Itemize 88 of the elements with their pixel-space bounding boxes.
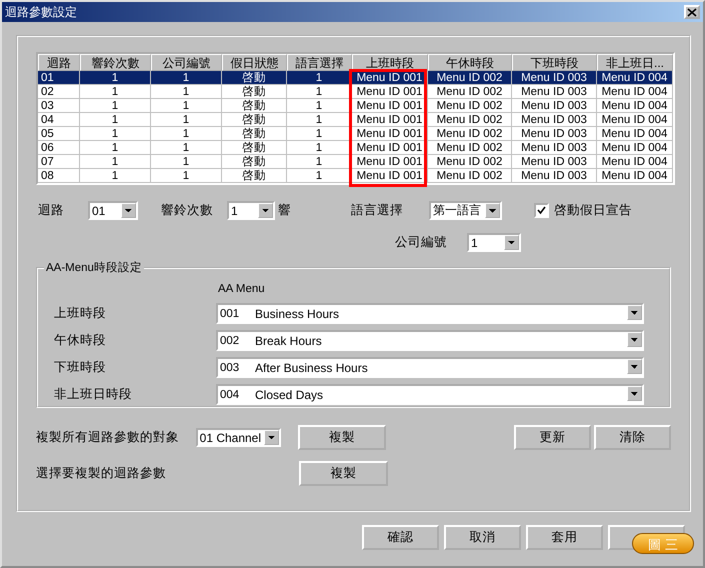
table-cell: Menu ID 002 [428, 99, 512, 113]
table-cell: 啓動 [222, 127, 287, 141]
table-cell: 1 [80, 169, 151, 183]
table-cell: Menu ID 003 [512, 169, 597, 183]
table-cell: Menu ID 001 [352, 71, 428, 85]
checkbox-label: 啓動假日宣告 [554, 202, 632, 219]
field-label: 迴路 [38, 202, 65, 219]
field-label: 選擇要複製的迴路參數 [36, 465, 167, 482]
table-cell: 04 [38, 113, 80, 127]
table-cell: 08 [38, 169, 80, 183]
table-cell: 1 [151, 71, 222, 85]
column-label: AA Menu [218, 283, 266, 297]
table-cell: Menu ID 004 [597, 85, 673, 99]
table-cell: 1 [151, 85, 222, 99]
table-cell: 1 [151, 141, 222, 155]
table-cell: 03 [38, 99, 80, 113]
group-title: AA-Menu時段設定 [44, 260, 144, 275]
unit-label: 響 [278, 202, 292, 219]
table-cell: Menu ID 003 [512, 99, 597, 113]
table-cell: 1 [287, 141, 352, 155]
table-cell: 1 [80, 99, 151, 113]
table-cell: 1 [287, 85, 352, 99]
table-cell: 啓動 [222, 99, 287, 113]
table-cell: Menu ID 002 [428, 85, 512, 99]
table-cell: 07 [38, 155, 80, 169]
table-cell: Menu ID 001 [352, 169, 428, 183]
table-cell: Menu ID 003 [512, 71, 597, 85]
table-cell: 1 [287, 155, 352, 169]
table-cell: Menu ID 004 [597, 71, 673, 85]
table-cell: Menu ID 003 [512, 85, 597, 99]
table-cell: 1 [151, 169, 222, 183]
table-cell: 1 [80, 155, 151, 169]
table-cell: 啓動 [222, 141, 287, 155]
table-cell: Menu ID 001 [352, 127, 428, 141]
table-cell: Menu ID 002 [428, 169, 512, 183]
table-cell: Menu ID 001 [352, 155, 428, 169]
table-cell: Menu ID 001 [352, 141, 428, 155]
table-cell: Menu ID 002 [428, 141, 512, 155]
field-label: 非上班日時段 [53, 386, 133, 403]
table-cell: Menu ID 002 [428, 155, 512, 169]
table-cell: 1 [287, 169, 352, 183]
table-cell: Menu ID 003 [512, 127, 597, 141]
table-cell: 1 [287, 113, 352, 127]
table-cell: 1 [151, 113, 222, 127]
table-cell: 1 [151, 99, 222, 113]
table-cell: 1 [287, 71, 352, 85]
table-cell: Menu ID 004 [597, 155, 673, 169]
table-cell: 啓動 [222, 113, 287, 127]
table-cell: 1 [80, 113, 151, 127]
table-cell: Menu ID 002 [428, 71, 512, 85]
field-label: 響鈴次數 [161, 202, 214, 219]
field-label: 下班時段 [53, 359, 107, 376]
table-cell: 啓動 [222, 71, 287, 85]
field-label: 上班時段 [53, 305, 107, 322]
table-cell: Menu ID 004 [597, 169, 673, 183]
table-cell: 02 [38, 85, 80, 99]
field-label: 午休時段 [53, 332, 107, 349]
table-cell: Menu ID 001 [352, 99, 428, 113]
table-cell: Menu ID 002 [428, 113, 512, 127]
table-cell: 05 [38, 127, 80, 141]
table-cell: Menu ID 004 [597, 99, 673, 113]
window-title: 迴路參數設定 [5, 4, 77, 20]
table-cell: Menu ID 003 [512, 141, 597, 155]
field-label: 公司編號 [395, 234, 448, 251]
caption-tooltip: 圖三 [632, 533, 694, 554]
field-label: 語言選擇 [351, 202, 404, 219]
table-cell: 1 [287, 99, 352, 113]
table-cell: 1 [151, 155, 222, 169]
table-cell: 06 [38, 141, 80, 155]
table-cell: Menu ID 001 [352, 85, 428, 99]
table-cell: 1 [80, 127, 151, 141]
field-label: 複製所有迴路參數的對象 [36, 429, 180, 446]
table-cell: Menu ID 004 [597, 127, 673, 141]
table-cell: Menu ID 001 [352, 113, 428, 127]
table-cell: 1 [80, 141, 151, 155]
table-cell: Menu ID 003 [512, 155, 597, 169]
table-cell: 1 [151, 127, 222, 141]
table-cell: 啓動 [222, 169, 287, 183]
table-cell: Menu ID 003 [512, 113, 597, 127]
table-cell: Menu ID 004 [597, 141, 673, 155]
table-cell: 1 [287, 127, 352, 141]
table-cell: 01 [38, 71, 80, 85]
table-cell: Menu ID 002 [428, 127, 512, 141]
table-cell: 啓動 [222, 155, 287, 169]
table-cell: Menu ID 004 [597, 113, 673, 127]
table-cell: 啓動 [222, 85, 287, 99]
table-cell: 1 [80, 85, 151, 99]
table-cell: 1 [80, 71, 151, 85]
